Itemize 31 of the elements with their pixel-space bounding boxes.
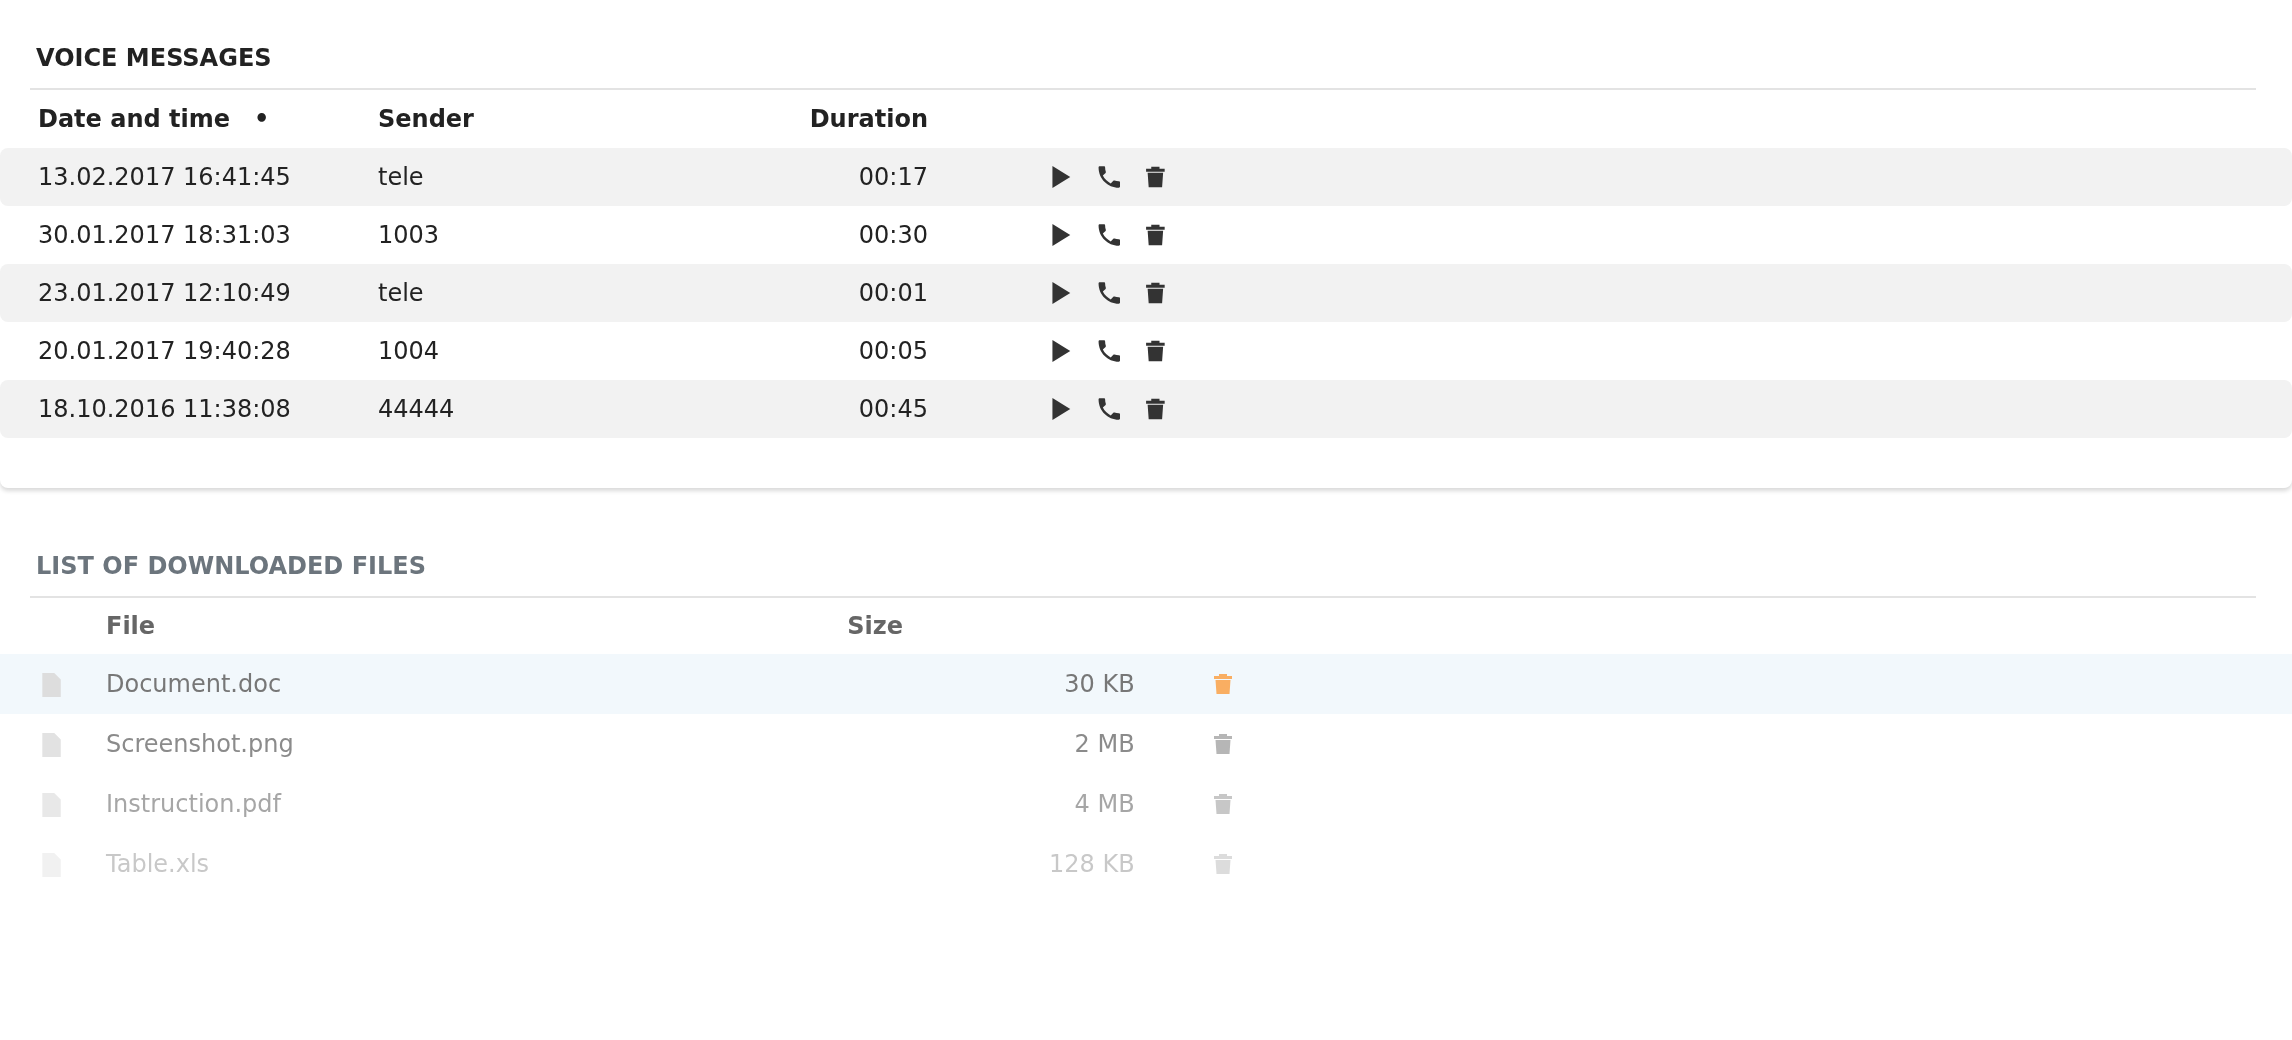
- table-cell-text: 00:45: [857, 394, 928, 425]
- column-header[interactable]: Date and time: [38, 101, 231, 137]
- section-title: VOICE MESSAGES: [36, 43, 273, 74]
- table-cell-text: 00:30: [857, 220, 928, 251]
- table-cell-text: 30.01.2017 18:31:03: [38, 220, 292, 251]
- column-header[interactable]: File: [106, 612, 156, 640]
- table-cell-text: tele: [378, 162, 425, 193]
- file-size: 30 KB: [1064, 670, 1135, 698]
- table-cell-text: 13.02.2017 16:41:45: [38, 162, 292, 193]
- file-size: 2 MB: [1074, 730, 1135, 758]
- file-name: Instruction.pdf: [106, 790, 281, 818]
- table-cell-text: 20.01.2017 19:40:28: [38, 336, 292, 367]
- table-cell-text: 44444: [378, 394, 456, 425]
- file-size: 4 MB: [1074, 790, 1135, 818]
- file-name: Document.doc: [106, 670, 282, 698]
- column-header[interactable]: Size: [847, 612, 903, 640]
- table-cell-text: tele: [378, 278, 425, 309]
- sort-indicator: •: [254, 104, 270, 135]
- file-name: Screenshot.png: [106, 730, 294, 758]
- column-header[interactable]: Sender: [378, 105, 474, 133]
- column-header[interactable]: Duration: [809, 105, 928, 133]
- table-cell-text: 18.10.2016 11:38:08: [38, 394, 292, 425]
- table-cell-text: 00:17: [857, 162, 928, 193]
- file-row[interactable]: Screenshot.png 2 MB: [0, 714, 2292, 774]
- table-cell-text: 1003: [378, 220, 441, 251]
- file-row[interactable]: Document.doc 30 KB: [0, 654, 2292, 714]
- table-cell-text: 23.01.2017 12:10:49: [38, 278, 292, 309]
- section-title: LIST OF DOWNLOADED FILES: [36, 551, 427, 582]
- table-cell-text: 00:05: [857, 336, 928, 367]
- table-cell-text: 1004: [378, 336, 441, 367]
- table-cell-text: 00:01: [857, 278, 928, 309]
